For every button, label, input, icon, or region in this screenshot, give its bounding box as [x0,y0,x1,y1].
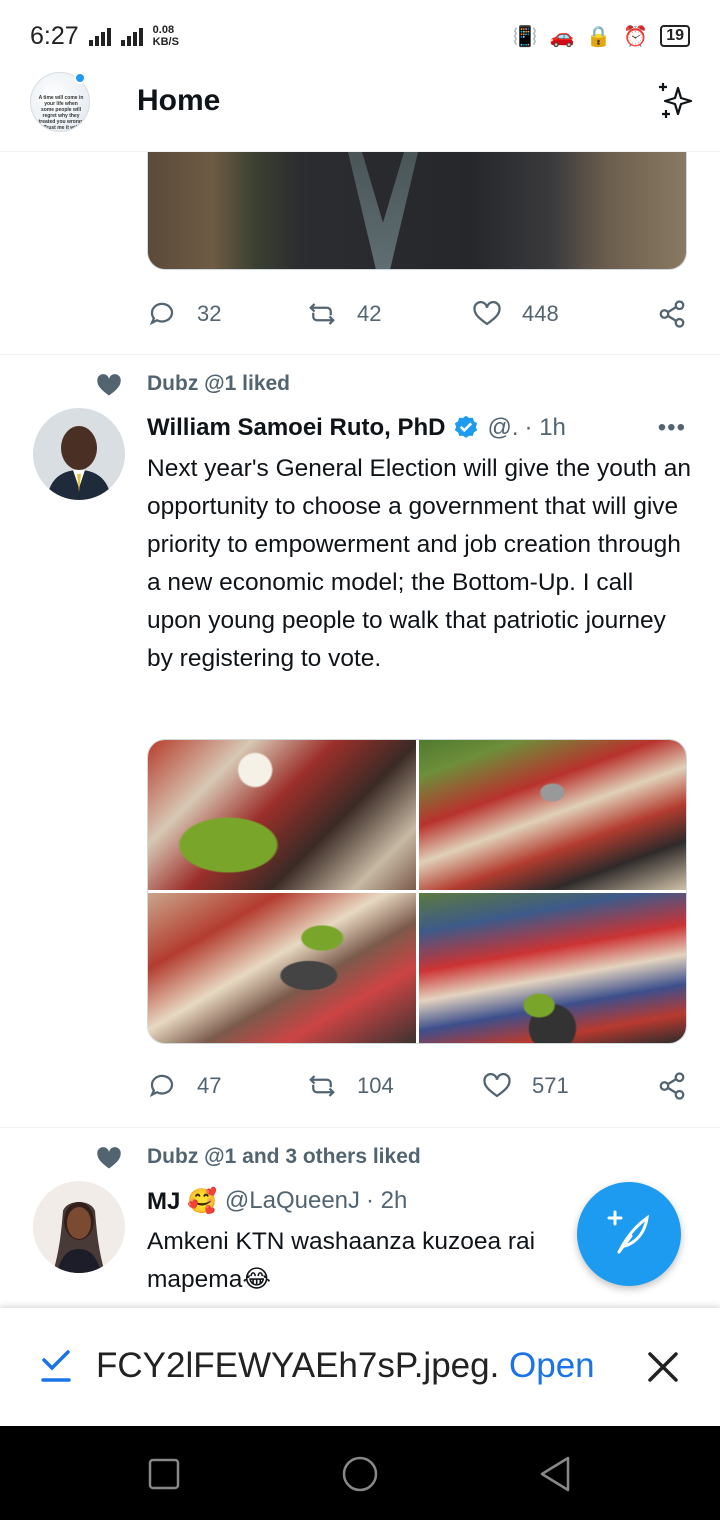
download-complete-icon [41,1350,71,1382]
signal-icon-2 [120,26,143,46]
tweet-image-4[interactable] [418,893,686,1043]
reply-count: 47 [197,1073,222,1098]
heart-icon [473,301,501,326]
author-handle: @LaQueenJ [224,1187,361,1214]
recents-button-icon[interactable] [144,1454,184,1494]
status-bar: 6:27 0.08 KB/S 📳 🚗 🔒 ⏰ 19 [0,0,720,72]
tweet-time: · 1h [524,414,566,441]
retweet-button[interactable]: 104 [307,1071,482,1101]
home-button-icon[interactable] [340,1454,380,1494]
social-context[interactable]: Dubz @1 and 3 others liked [147,1145,421,1169]
battery-icon: 19 [660,25,690,47]
avatar-text: A time will come in your life when some … [38,95,84,131]
signal-icon [88,26,111,46]
avatar[interactable] [33,1181,125,1273]
verified-badge-icon [454,415,477,438]
image-detail [348,152,418,269]
author-handle: @. [487,414,519,441]
reply-icon [149,302,174,326]
notification-dot [74,72,86,84]
heart-icon [483,1073,511,1098]
author-name[interactable]: MJ 🥰 [147,1187,217,1216]
download-notification-bar: FCY2lFEWYAEh7sP.jpeg. Open [0,1308,720,1426]
sparkle-icon[interactable] [654,80,694,120]
social-context[interactable]: Dubz @1 liked [147,372,290,396]
app-header: A time will come in your life when some … [0,72,720,152]
tweet-text-line-1: Amkeni KTN washaanza kuzoea rai [147,1228,536,1255]
reply-button[interactable]: 47 [147,1071,307,1101]
reply-count: 32 [197,301,222,326]
lock-icon: 🔒 [586,25,612,48]
like-count: 448 [522,301,559,326]
like-count: 571 [532,1073,569,1098]
open-download-button[interactable]: Open [509,1346,595,1386]
avatar[interactable] [33,408,125,500]
author-name[interactable]: William Samoei Ruto, PhD [147,414,446,442]
divider [0,354,720,355]
previous-tweet-actions: 32 42 448 [147,294,687,334]
like-button[interactable]: 448 [472,299,652,329]
back-button-icon[interactable] [536,1454,576,1494]
like-button[interactable]: 571 [482,1071,642,1101]
share-button[interactable] [657,1071,687,1101]
more-options-icon[interactable]: ••• [658,414,686,442]
tweet-time: · 2h [366,1187,408,1214]
retweet-icon [309,1075,335,1097]
page-title: Home [137,84,221,117]
tweet-actions: 47 104 571 [147,1066,687,1106]
share-button[interactable] [657,299,687,329]
share-icon [659,1072,685,1100]
system-nav-bar [0,1426,720,1520]
vibrate-icon: 📳 [512,25,538,48]
reply-icon [149,1074,174,1098]
retweet-count: 104 [357,1073,394,1098]
car-icon: 🚗 [549,25,575,48]
previous-tweet-image[interactable] [147,152,687,270]
liked-heart-icon [97,374,121,396]
tweet-image-2[interactable] [418,740,686,890]
retweet-button[interactable]: 42 [307,299,472,329]
tweet-image-3[interactable] [148,893,416,1043]
tweet-header: William Samoei Ruto, PhD @. · 1h [147,410,690,446]
reply-button[interactable]: 32 [147,299,307,329]
avatar-photo [33,408,125,500]
close-icon[interactable] [646,1350,680,1384]
compose-feather-icon [607,1210,649,1254]
tweet-header: MJ 🥰 @LaQueenJ · 2h [147,1183,600,1219]
retweet-count: 42 [357,301,382,326]
tweet-media-grid [147,739,687,1044]
download-filename: FCY2lFEWYAEh7sP.jpeg. [96,1346,500,1385]
compose-tweet-button[interactable] [577,1182,681,1286]
tweet-text: Next year's General Election will give t… [147,455,691,672]
liked-heart-icon [97,1147,121,1169]
share-icon [659,300,685,328]
retweet-icon [309,303,335,325]
avatar-photo [33,1181,125,1273]
alarm-icon: ⏰ [623,25,649,48]
tweet-image-1[interactable] [148,740,416,890]
net-speed: 0.08 KB/S [152,24,179,48]
divider [0,1127,720,1128]
status-time: 6:27 [30,21,79,50]
